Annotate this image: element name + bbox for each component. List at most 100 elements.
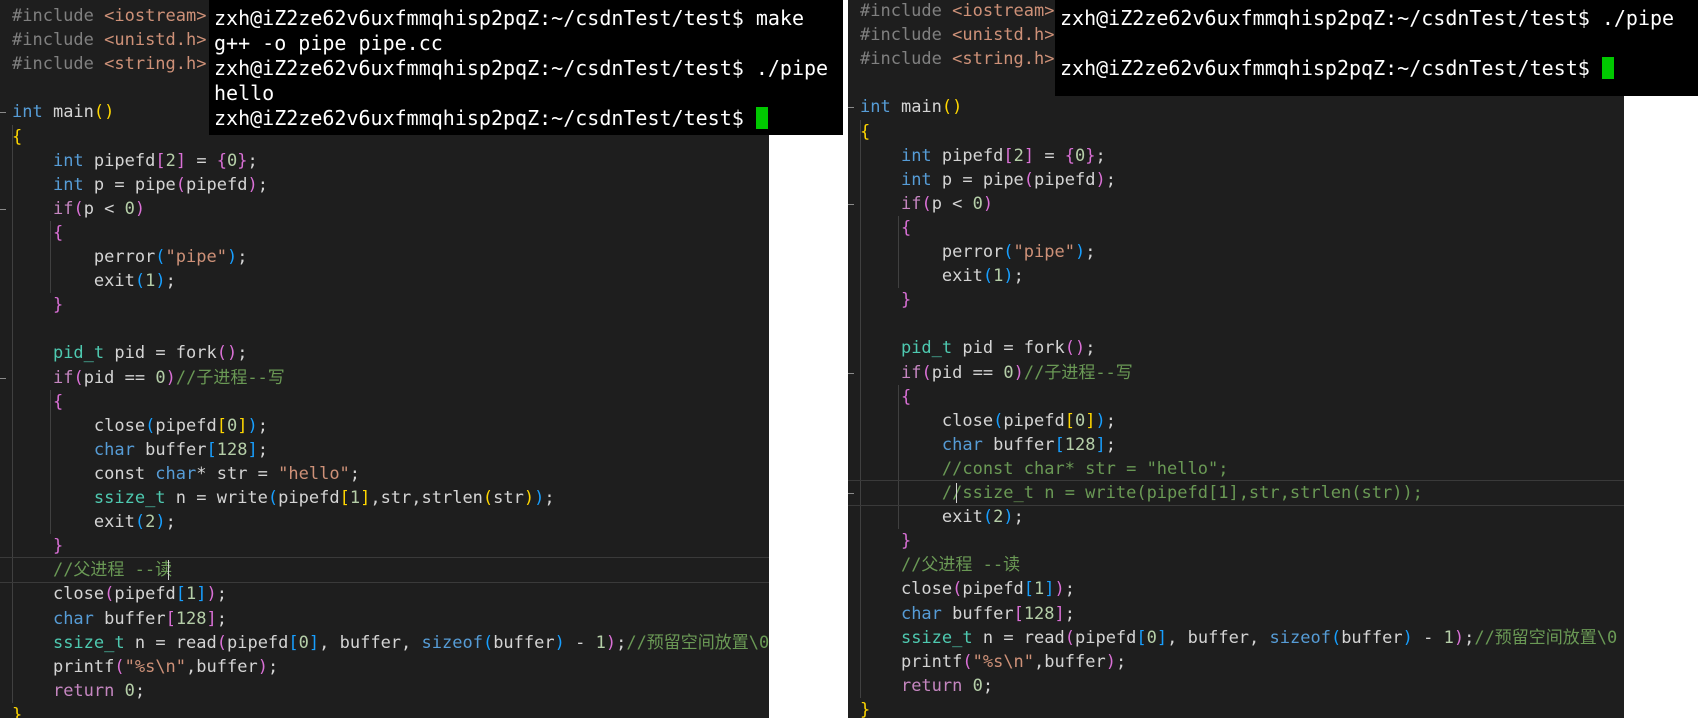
code-token: { bbox=[52, 222, 64, 243]
code-line[interactable]: pid_t pid = fork(); bbox=[860, 336, 1096, 360]
code-line[interactable]: const char* str = "hello"; bbox=[12, 462, 360, 486]
code-line[interactable]: if(pid == 0)//子进程--写 bbox=[12, 366, 285, 390]
code-token: ; bbox=[1064, 603, 1076, 624]
code-line[interactable]: exit(2); bbox=[12, 510, 176, 534]
code-line[interactable]: close(pipefd[0]); bbox=[12, 414, 268, 438]
code-line[interactable]: #include <unistd.h> bbox=[12, 28, 206, 52]
code-token: ) bbox=[1105, 651, 1116, 672]
code-token: <unistd.h> bbox=[952, 25, 1055, 46]
code-token: ) bbox=[1013, 362, 1024, 383]
fold-marker-icon[interactable] bbox=[848, 107, 854, 109]
code-line[interactable]: #include <unistd.h> bbox=[860, 23, 1054, 47]
code-token: int bbox=[52, 150, 84, 171]
code-line[interactable]: if(p < 0) bbox=[860, 192, 993, 216]
fold-marker-icon[interactable] bbox=[0, 377, 6, 379]
code-line[interactable]: } bbox=[12, 293, 63, 317]
code-line[interactable]: int p = pipe(pipefd); bbox=[12, 173, 268, 197]
terminal-left[interactable]: zxh@iZ2ze62v6uxfmmqhisp2pqZ:~/csdnTest/t… bbox=[209, 0, 843, 135]
code-line[interactable]: exit(1); bbox=[12, 269, 176, 293]
code-line[interactable]: { bbox=[12, 221, 63, 245]
code-line[interactable]: perror("pipe"); bbox=[860, 240, 1096, 264]
code-line[interactable]: char buffer[128]; bbox=[12, 607, 227, 631]
code-line[interactable]: close(pipefd[1]); bbox=[860, 577, 1075, 601]
code-token: pipefd bbox=[114, 584, 176, 605]
code-line[interactable]: { bbox=[860, 120, 870, 144]
code-line[interactable]: printf("%s\n",buffer); bbox=[860, 650, 1126, 674]
code-line[interactable]: if(pid == 0)//子进程--写 bbox=[860, 361, 1133, 385]
code-line[interactable]: //父进程 --读 bbox=[12, 558, 172, 582]
code-line[interactable]: close(pipefd[1]); bbox=[12, 582, 227, 606]
code-token: buffer bbox=[93, 608, 166, 629]
code-line[interactable]: { bbox=[860, 216, 911, 240]
code-line[interactable]: //ssize_t n = write(pipefd[1],str,strlen… bbox=[860, 481, 1423, 505]
code-line[interactable]: //const char* str = "hello"; bbox=[860, 457, 1229, 481]
fold-marker-icon[interactable] bbox=[0, 112, 6, 114]
code-token: 128 bbox=[216, 439, 248, 460]
code-token: { bbox=[12, 126, 23, 147]
code-line[interactable]: close(pipefd[0]); bbox=[860, 409, 1116, 433]
code-line[interactable]: char buffer[128]; bbox=[12, 438, 268, 462]
code-line[interactable]: #include <iostream> bbox=[12, 4, 206, 28]
code-line[interactable]: char buffer[128]; bbox=[860, 433, 1116, 457]
code-token: #include bbox=[860, 1, 953, 21]
code-token: ( bbox=[921, 362, 932, 383]
code-token: close bbox=[860, 579, 953, 600]
code-line[interactable]: } bbox=[860, 288, 911, 312]
code-line[interactable]: perror("pipe"); bbox=[12, 245, 248, 269]
code-line[interactable]: char buffer[128]; bbox=[860, 602, 1075, 626]
code-token: buffer bbox=[941, 603, 1014, 624]
code-line[interactable]: { bbox=[860, 385, 911, 409]
code-token: perror bbox=[12, 247, 156, 267]
code-token: printf bbox=[860, 651, 963, 672]
code-token: ( bbox=[482, 488, 494, 508]
code-token: ; bbox=[1105, 410, 1116, 431]
code-line[interactable]: return 0; bbox=[12, 679, 145, 703]
fold-marker-icon[interactable] bbox=[848, 493, 854, 494]
code-token: pipefd bbox=[1034, 169, 1096, 190]
fold-marker-icon[interactable] bbox=[0, 208, 6, 210]
code-line[interactable]: printf("%s\n",buffer); bbox=[12, 655, 278, 679]
code-line[interactable]: #include <string.h> bbox=[860, 47, 1054, 71]
code-token: [ bbox=[288, 632, 299, 653]
code-editor-right[interactable]: #include <iostream> #include <unistd.h> #i… bbox=[848, 0, 1624, 718]
code-line[interactable]: if(p < 0) bbox=[12, 197, 145, 221]
code-token: ; bbox=[544, 488, 555, 508]
code-line[interactable]: ssize_t n = read(pipefd[0], buffer, size… bbox=[860, 626, 1617, 650]
fold-marker-icon[interactable] bbox=[848, 372, 854, 374]
code-line[interactable]: #include <iostream> bbox=[860, 0, 1054, 23]
terminal-right[interactable]: zxh@iZ2ze62v6uxfmmqhisp2pqZ:~/csdnTest/t… bbox=[1055, 0, 1698, 96]
code-line[interactable]: { bbox=[12, 390, 63, 414]
code-token: 0 bbox=[155, 367, 166, 388]
code-line[interactable]: int pipefd[2] = {0}; bbox=[12, 149, 258, 173]
code-line[interactable]: exit(1); bbox=[860, 264, 1024, 288]
code-line[interactable]: } bbox=[12, 703, 22, 718]
code-token: ; bbox=[982, 675, 994, 696]
code-line[interactable]: int main() bbox=[860, 95, 962, 119]
code-token: 0 bbox=[298, 632, 309, 653]
code-line[interactable]: } bbox=[12, 534, 63, 558]
code-line[interactable]: int pipefd[2] = {0}; bbox=[860, 144, 1106, 168]
code-line[interactable]: } bbox=[860, 698, 870, 718]
fold-marker-icon[interactable] bbox=[848, 203, 854, 205]
code-token: ( bbox=[267, 488, 279, 508]
code-line[interactable]: int p = pipe(pipefd); bbox=[860, 168, 1116, 192]
code-line[interactable]: return 0; bbox=[860, 674, 993, 698]
code-line[interactable]: #include <string.h> bbox=[12, 52, 206, 76]
code-token: ( bbox=[962, 651, 973, 672]
code-token: char bbox=[155, 463, 197, 484]
code-line[interactable]: pid_t pid = fork(); bbox=[12, 341, 248, 365]
code-line[interactable]: //父进程 --读 bbox=[860, 553, 1020, 577]
code-token: ssize_t bbox=[900, 627, 973, 648]
code-line[interactable]: ssize_t n = read(pipefd[0], buffer, size… bbox=[12, 631, 769, 655]
code-line[interactable]: } bbox=[860, 529, 911, 553]
code-token: <string.h> bbox=[952, 49, 1055, 70]
code-line[interactable]: exit(2); bbox=[860, 505, 1024, 529]
code-token: p < bbox=[931, 193, 973, 214]
code-line[interactable]: { bbox=[12, 125, 22, 149]
shell-prompt: zxh@iZ2ze62v6uxfmmqhisp2pqZ:~/csdnTest/t… bbox=[214, 106, 744, 130]
code-line[interactable]: ssize_t n = write(pipefd[1],str,strlen(s… bbox=[12, 486, 555, 510]
code-line[interactable]: int main() bbox=[12, 100, 114, 124]
code-token: ,buffer bbox=[186, 656, 258, 677]
